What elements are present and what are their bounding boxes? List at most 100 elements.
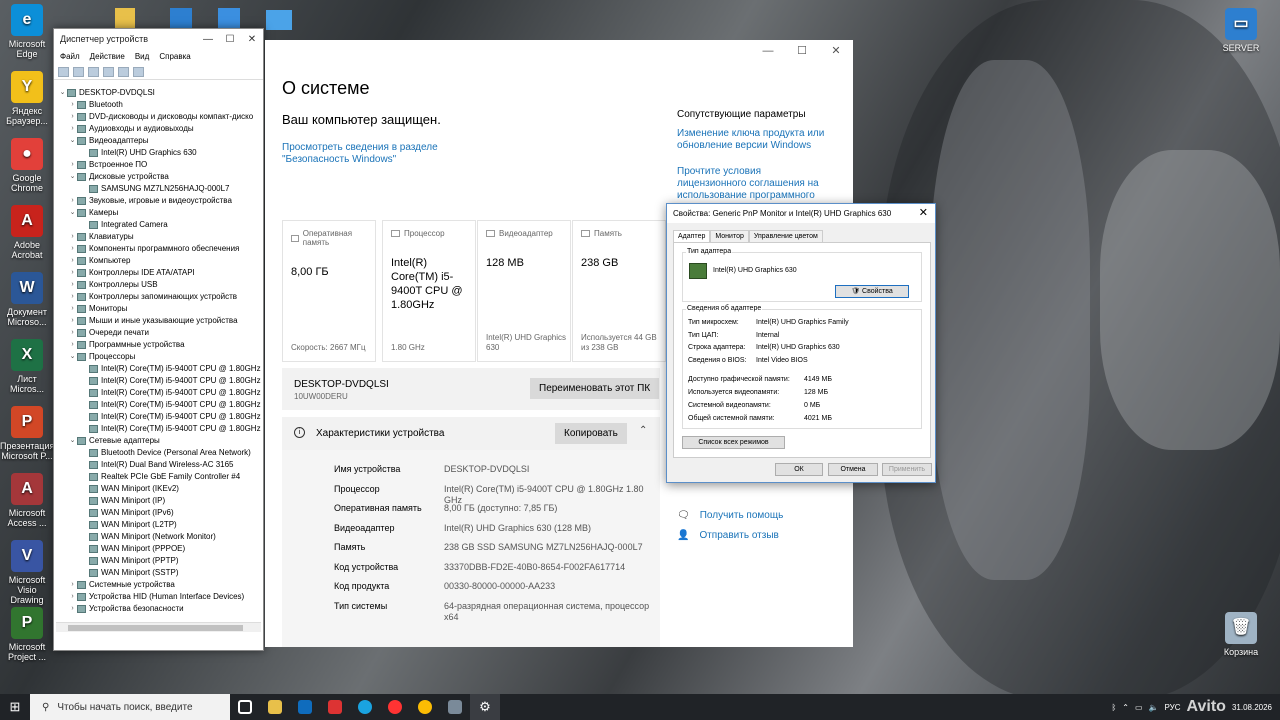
tree-item[interactable]: ⌄ Дисковые устройства: [54, 171, 263, 183]
tree-item[interactable]: › Bluetooth: [54, 99, 263, 111]
tree-item[interactable]: › Встроенное ПО: [54, 159, 263, 171]
menu-action[interactable]: Действие: [90, 52, 125, 61]
taskbar-yandex[interactable]: [380, 694, 410, 720]
list-modes-button[interactable]: Список всех режимов: [682, 436, 785, 449]
tree-item[interactable]: Intel(R) Core(TM) i5-9400T CPU @ 1.80GHz: [54, 399, 263, 411]
close-icon[interactable]: ✕: [819, 40, 853, 62]
bluetooth-icon[interactable]: ᛒ: [1111, 703, 1116, 712]
expand-icon[interactable]: ⌄: [68, 435, 77, 447]
back-icon[interactable]: [58, 66, 69, 77]
tree-item[interactable]: › Клавиатуры: [54, 231, 263, 243]
control-panel-icon[interactable]: [266, 10, 292, 30]
expand-icon[interactable]: ›: [68, 243, 77, 255]
tree-item[interactable]: Intel(R) Core(TM) i5-9400T CPU @ 1.80GHz: [54, 375, 263, 387]
menu-view[interactable]: Вид: [135, 52, 149, 61]
desktop-icon[interactable]: P Презентация Microsoft P...: [0, 406, 54, 461]
tree-item[interactable]: ⌄ Камеры: [54, 207, 263, 219]
maximize-icon[interactable]: ☐: [785, 40, 819, 62]
expand-icon[interactable]: ›: [68, 339, 77, 351]
expand-icon[interactable]: ›: [68, 327, 77, 339]
expand-icon[interactable]: ⌄: [68, 135, 77, 147]
properties-icon[interactable]: [88, 66, 99, 77]
tree-item[interactable]: SAMSUNG MZ7LN256HAJQ-000L7: [54, 183, 263, 195]
grid-icon[interactable]: [118, 66, 129, 77]
recycle-bin-icon[interactable]: 🗑 Корзина: [1214, 612, 1268, 657]
expand-icon[interactable]: ›: [68, 111, 77, 123]
minimize-icon[interactable]: —: [197, 34, 219, 45]
taskbar-explorer[interactable]: [260, 694, 290, 720]
tab-monitor[interactable]: Монитор: [710, 230, 749, 242]
tree-item[interactable]: WAN Miniport (Network Monitor): [54, 531, 263, 543]
tree-item[interactable]: ⌄ Процессоры: [54, 351, 263, 363]
expand-icon[interactable]: ⌄: [68, 171, 77, 183]
taskbar-snip[interactable]: [320, 694, 350, 720]
tree-item[interactable]: Intel(R) Core(TM) i5-9400T CPU @ 1.80GHz: [54, 363, 263, 375]
expand-icon[interactable]: ›: [68, 315, 77, 327]
expand-icon[interactable]: ›: [68, 591, 77, 603]
dialog-titlebar[interactable]: Свойства: Generic PnP Monitor и Intel(R)…: [667, 204, 935, 223]
close-icon[interactable]: ✕: [241, 34, 263, 45]
expand-icon[interactable]: ⌄: [68, 207, 77, 219]
network-icon[interactable]: [218, 8, 240, 28]
taskbar-devmgr[interactable]: [440, 694, 470, 720]
device-manager-titlebar[interactable]: Диспетчер устройств — ☐ ✕: [54, 29, 263, 49]
tree-item[interactable]: Intel(R) Core(TM) i5-9400T CPU @ 1.80GHz: [54, 411, 263, 423]
close-icon[interactable]: ✕: [919, 204, 928, 223]
scroll-thumb[interactable]: [68, 625, 243, 631]
monitor-icon[interactable]: [170, 8, 192, 28]
forward-icon[interactable]: [73, 66, 84, 77]
maximize-icon[interactable]: ☐: [219, 34, 241, 45]
menu-file[interactable]: Файл: [60, 52, 80, 61]
tree-item[interactable]: › Контроллеры USB: [54, 279, 263, 291]
expand-icon[interactable]: ›: [68, 267, 77, 279]
tree-item[interactable]: ⌄ Видеоадаптеры: [54, 135, 263, 147]
desktop-icon[interactable]: V Microsoft Visio Drawing: [0, 540, 54, 605]
taskbar-outlook[interactable]: [290, 694, 320, 720]
tree-item[interactable]: › Устройства HID (Human Interface Devices…: [54, 591, 263, 603]
taskbar-edge[interactable]: [350, 694, 380, 720]
desktop-icon[interactable]: Y Яндекс Браузер...: [0, 71, 54, 126]
expand-icon[interactable]: ›: [68, 231, 77, 243]
expand-icon[interactable]: ›: [68, 195, 77, 207]
clock-date[interactable]: 31.08.2026: [1232, 703, 1272, 712]
cancel-button[interactable]: Отмена: [828, 463, 878, 476]
feedback-link[interactable]: 👤 Отправить отзыв: [677, 530, 779, 541]
expand-icon[interactable]: ›: [68, 159, 77, 171]
search-box[interactable]: ⚲ Чтобы начать поиск, введите: [30, 694, 230, 720]
tree-item[interactable]: Intel(R) UHD Graphics 630: [54, 147, 263, 159]
tree-item[interactable]: Intel(R) Core(TM) i5-9400T CPU @ 1.80GHz: [54, 387, 263, 399]
horizontal-scrollbar[interactable]: [56, 622, 261, 632]
scan-icon[interactable]: [133, 66, 144, 77]
folder-icon[interactable]: [115, 8, 135, 30]
help-icon[interactable]: [103, 66, 114, 77]
tree-item[interactable]: › DVD-дисководы и дисководы компакт-диско: [54, 111, 263, 123]
tree-root[interactable]: ⌄ DESKTOP-DVDQLSI: [54, 87, 263, 99]
desktop-icon[interactable]: A Adobe Acrobat: [0, 205, 54, 260]
apply-button[interactable]: Применить: [882, 463, 932, 476]
tree-item[interactable]: WAN Miniport (SSTP): [54, 567, 263, 579]
expand-icon[interactable]: ›: [68, 279, 77, 291]
tree-item[interactable]: Intel(R) Dual Band Wireless-AC 3165: [54, 459, 263, 471]
volume-icon[interactable]: 🔈: [1149, 703, 1159, 712]
device-manager-window[interactable]: Диспетчер устройств — ☐ ✕ Файл Действие Ви…: [53, 28, 264, 651]
tree-item[interactable]: › Компьютер: [54, 255, 263, 267]
security-link[interactable]: Просмотреть сведения в разделе "Безопасн…: [282, 142, 502, 166]
adapter-properties-button[interactable]: 🛡 Свойства: [835, 285, 909, 298]
expand-icon[interactable]: ›: [68, 603, 77, 615]
desktop-icon[interactable]: A Microsoft Access ...: [0, 473, 54, 528]
expand-icon[interactable]: ›: [68, 579, 77, 591]
tree-item[interactable]: WAN Miniport (L2TP): [54, 519, 263, 531]
tree-item[interactable]: › Контроллеры IDE ATA/ATAPI: [54, 267, 263, 279]
tree-item[interactable]: WAN Miniport (PPPOE): [54, 543, 263, 555]
related-link-license[interactable]: Прочтите условия лицензионного соглашени…: [677, 166, 827, 202]
copy-button[interactable]: Копировать: [555, 423, 627, 444]
tree-item[interactable]: Bluetooth Device (Personal Area Network): [54, 447, 263, 459]
expand-icon[interactable]: ›: [68, 255, 77, 267]
server-icon[interactable]: ▭ SERVER: [1214, 8, 1268, 53]
taskbar-settings[interactable]: ⚙: [470, 694, 500, 720]
expand-icon[interactable]: ›: [68, 291, 77, 303]
chevron-up-icon[interactable]: ⌃: [639, 425, 647, 436]
expand-icon[interactable]: ›: [68, 123, 77, 135]
tree-item[interactable]: WAN Miniport (IPv6): [54, 507, 263, 519]
tree-item[interactable]: › Аудиовходы и аудиовыходы: [54, 123, 263, 135]
